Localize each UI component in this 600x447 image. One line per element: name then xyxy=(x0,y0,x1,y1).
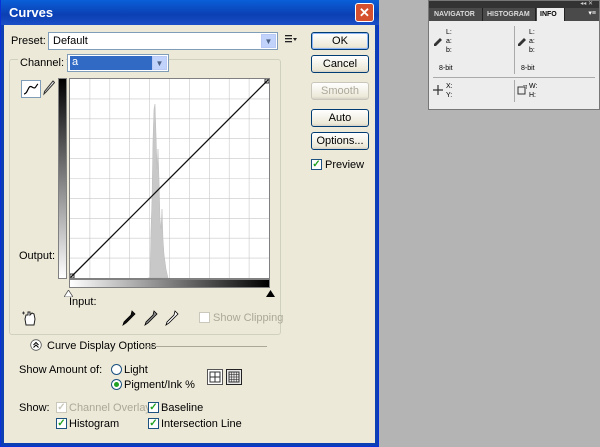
hand-adjust-icon[interactable] xyxy=(21,309,39,330)
left-l-label: L: xyxy=(446,29,452,36)
auto-button[interactable]: Auto xyxy=(311,109,369,127)
left-b-label: b: xyxy=(446,47,452,54)
baseline-checkbox[interactable]: ✓ xyxy=(148,402,159,413)
pigment-radio[interactable] xyxy=(111,379,122,390)
left-a-label: a: xyxy=(446,38,452,45)
right-b-label: b: xyxy=(529,47,535,54)
channel-label: Channel: xyxy=(18,57,67,69)
show-amount-label: Show Amount of: xyxy=(19,364,103,376)
info-panel: ◂◂ ✕ NAVIGATOR HISTOGRAM INFO ▾≡ L: a: b… xyxy=(428,0,600,110)
baseline-label: Baseline xyxy=(161,402,204,414)
curve-graph[interactable] xyxy=(69,78,270,279)
panel-collapse-icon[interactable]: ◂◂ ✕ xyxy=(580,1,593,8)
intersection-line-label: Intersection Line xyxy=(161,418,242,430)
input-gradient-bar xyxy=(69,279,270,288)
marquee-size-icon xyxy=(517,84,528,98)
section-divider xyxy=(143,346,267,347)
curve-tool-icon[interactable] xyxy=(21,80,41,98)
crosshair-icon xyxy=(433,85,443,98)
dialog-frame-right xyxy=(375,25,378,446)
gray-eyedropper-icon[interactable] xyxy=(144,310,158,329)
panel-menu-icon[interactable]: ▾≡ xyxy=(588,9,596,17)
close-icon[interactable]: ✕ xyxy=(355,3,374,22)
panel-divider-v xyxy=(514,26,515,74)
dialog-frame-left xyxy=(1,25,4,446)
histogram-label: Histogram xyxy=(69,418,120,430)
detailed-grid-icon[interactable] xyxy=(226,369,242,385)
output-gradient-bar xyxy=(58,78,67,279)
channel-overlays-label: Channel Overlays xyxy=(69,402,157,414)
smooth-button[interactable]: Smooth xyxy=(311,82,369,100)
simple-grid-icon[interactable] xyxy=(207,369,223,385)
intersection-line-checkbox[interactable]: ✓ xyxy=(148,418,159,429)
chevron-down-icon: ▼ xyxy=(261,34,276,48)
panel-divider-v2 xyxy=(514,80,515,102)
tab-navigator[interactable]: NAVIGATOR xyxy=(431,8,483,21)
collapse-icon[interactable] xyxy=(30,339,42,354)
h-label: H: xyxy=(529,92,536,99)
black-eyedropper-icon[interactable] xyxy=(122,310,136,329)
input-label: Input: xyxy=(69,296,97,308)
white-eyedropper-icon[interactable] xyxy=(165,310,179,329)
channel-value: a xyxy=(70,56,152,70)
pencil-icon[interactable] xyxy=(43,80,56,99)
options-button[interactable]: Options... xyxy=(311,132,369,150)
left-bit-label: 8-bit xyxy=(439,65,453,72)
light-label: Light xyxy=(124,364,148,376)
preset-label: Preset: xyxy=(11,35,46,47)
w-label: W: xyxy=(529,83,538,90)
show-clipping-checkbox[interactable] xyxy=(199,312,210,323)
dialog-title: Curves xyxy=(9,5,54,20)
panel-divider-h xyxy=(433,77,595,78)
channel-overlays-checkbox[interactable]: ✓ xyxy=(56,402,67,413)
title-bar[interactable]: Curves ✕ xyxy=(1,0,379,25)
histogram-shape xyxy=(148,103,169,278)
list-menu-icon[interactable] xyxy=(285,34,297,47)
x-label: X: xyxy=(446,83,453,90)
preset-dropdown[interactable]: Default ▼ xyxy=(48,32,278,50)
y-label: Y: xyxy=(446,92,453,99)
chevron-down-icon: ▼ xyxy=(152,56,167,70)
dialog-frame-bottom xyxy=(1,443,378,446)
show-clipping-label: Show Clipping xyxy=(213,312,284,324)
show-label: Show: xyxy=(19,402,50,414)
histogram-checkbox[interactable]: ✓ xyxy=(56,418,67,429)
tab-histogram[interactable]: HISTOGRAM xyxy=(484,8,536,21)
white-point-slider[interactable] xyxy=(266,288,275,300)
preview-label: Preview xyxy=(325,159,365,171)
channel-dropdown[interactable]: a ▼ xyxy=(67,54,169,72)
eyedropper-icon xyxy=(433,37,443,50)
preview-checkbox[interactable]: ✓ xyxy=(311,159,322,170)
eyedropper-icon xyxy=(517,37,527,50)
tab-info[interactable]: INFO xyxy=(537,8,565,21)
curve-display-options-label: Curve Display Options xyxy=(47,340,157,352)
ok-button[interactable]: OK xyxy=(311,32,369,50)
right-bit-label: 8-bit xyxy=(521,65,535,72)
panel-header[interactable]: ◂◂ ✕ xyxy=(429,1,599,8)
cancel-button[interactable]: Cancel xyxy=(311,55,369,73)
right-l-label: L: xyxy=(529,29,535,36)
right-a-label: a: xyxy=(529,38,535,45)
output-label: Output: xyxy=(19,250,56,262)
pigment-label: Pigment/Ink % xyxy=(124,379,195,391)
preset-value: Default xyxy=(53,35,88,47)
light-radio[interactable] xyxy=(111,364,122,375)
curves-dialog: Curves ✕ Preset: Default ▼ Channel: a ▼ … xyxy=(0,0,379,447)
